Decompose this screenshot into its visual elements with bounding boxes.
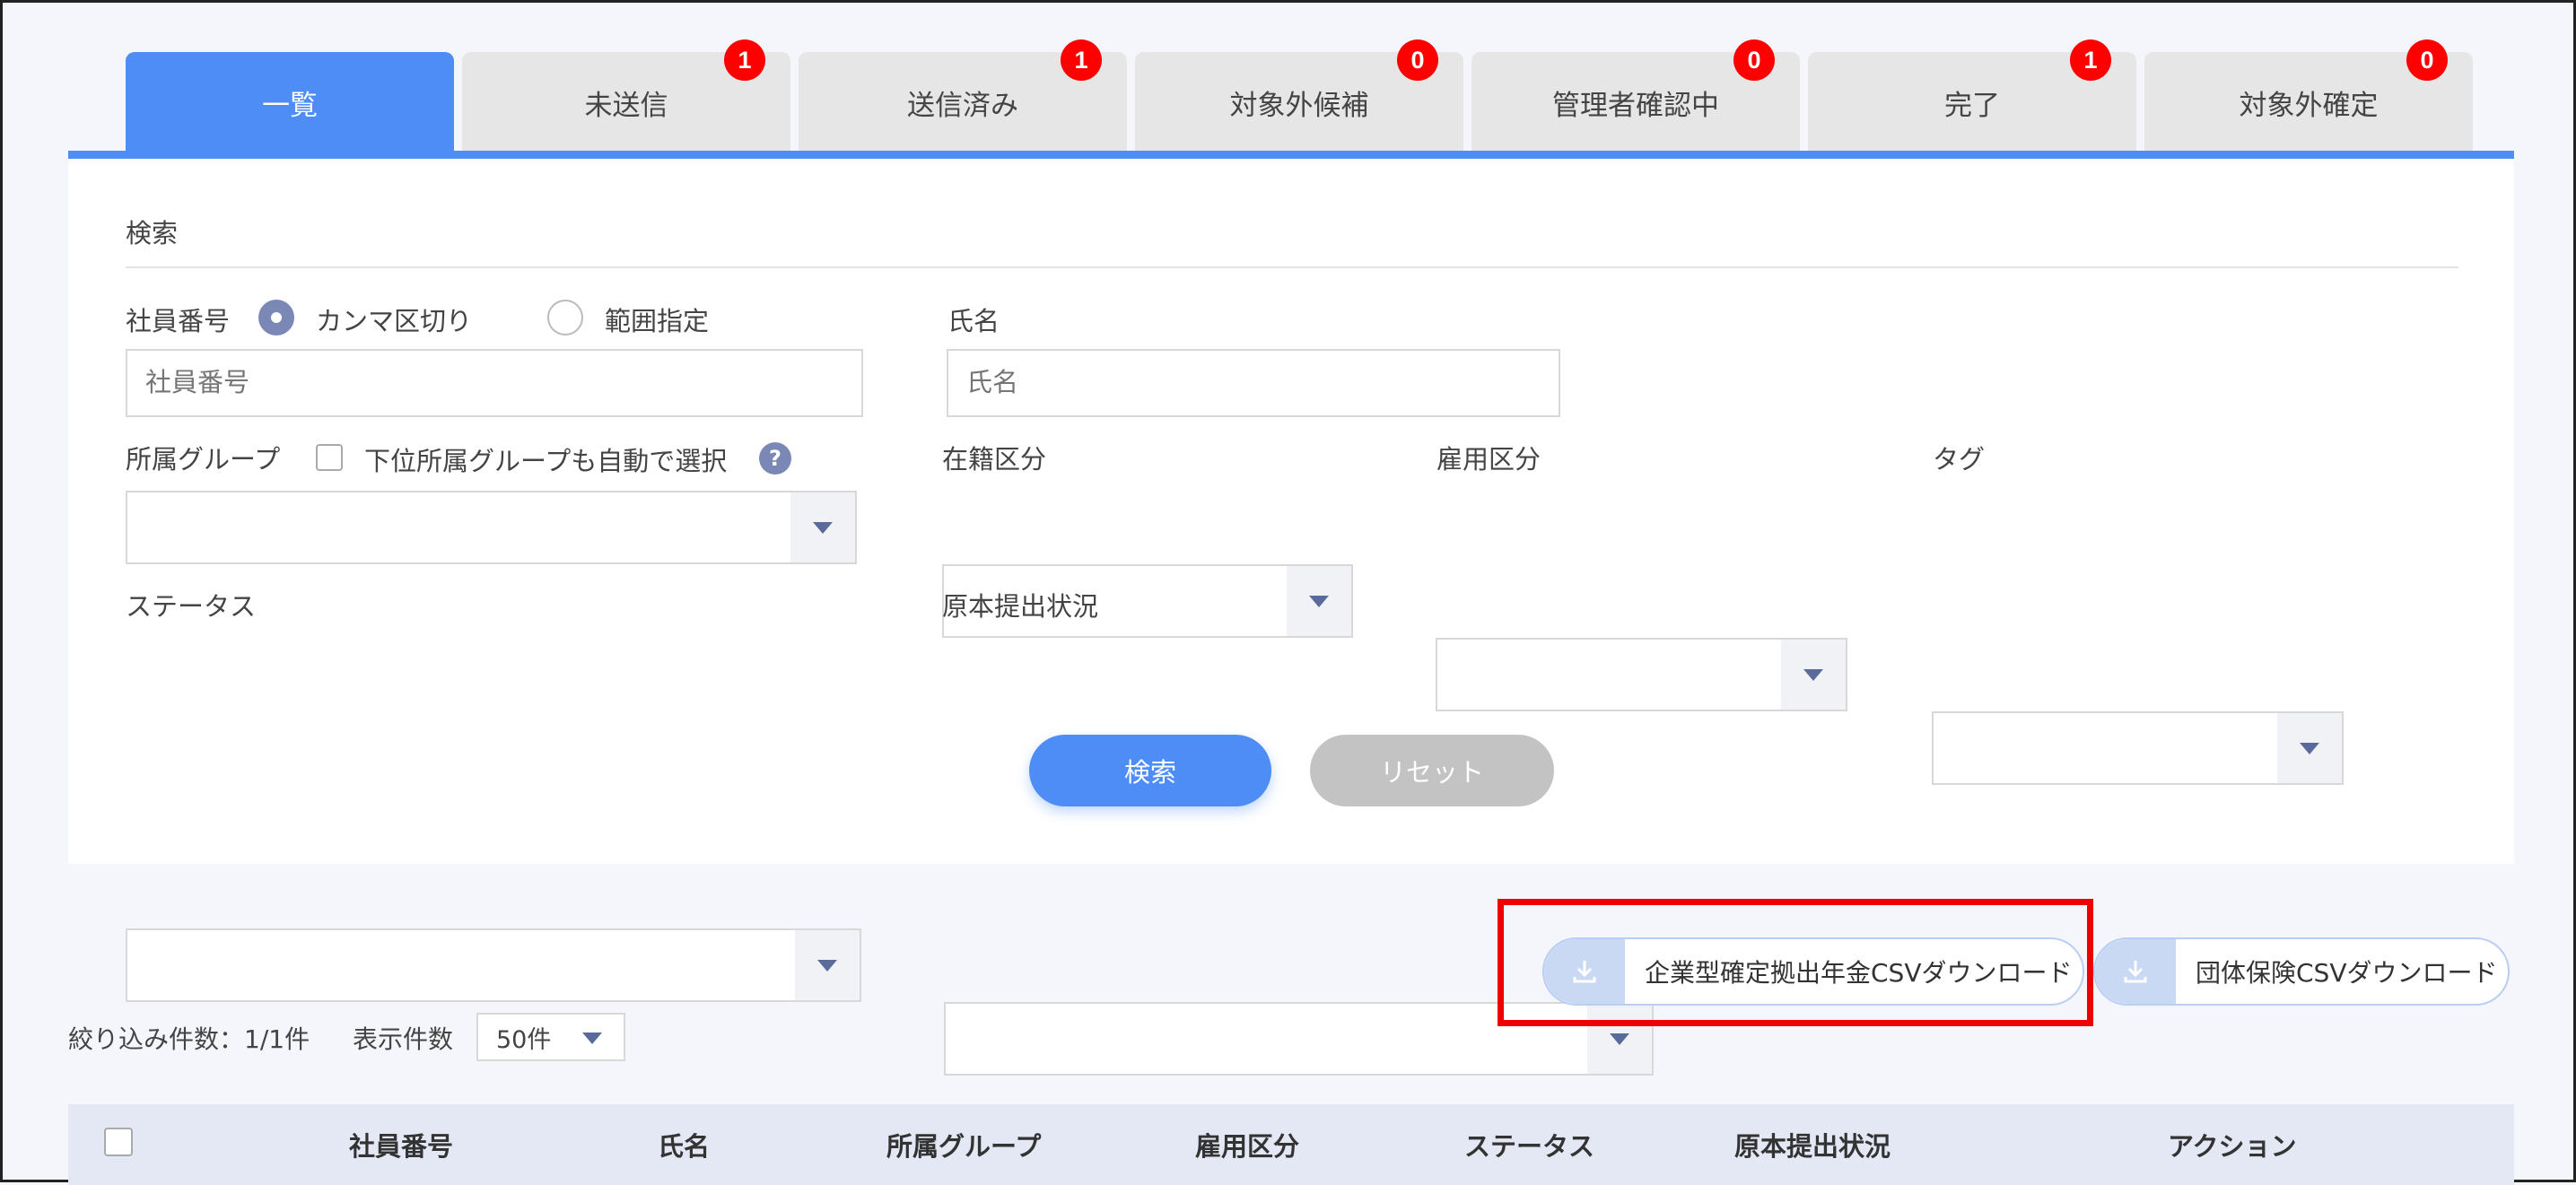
employee-no-input[interactable]	[126, 349, 863, 417]
auto-select-sub-label: 下位所属グループも自動で選択	[364, 446, 728, 476]
name-input[interactable]	[947, 349, 1560, 417]
chevron-down-icon	[1309, 595, 1329, 607]
count-badge: 1	[724, 39, 765, 81]
chevron-down-icon	[2300, 742, 2319, 754]
tab-label: 未送信	[584, 89, 668, 122]
group-insurance-csv-download-button[interactable]: 団体保険CSVダウンロード	[2093, 937, 2510, 1006]
tab-label: 対象外確定	[2239, 89, 2379, 122]
reset-button[interactable]: リセット	[1310, 735, 1554, 806]
radio-comma-label: カンマ区切り	[316, 306, 473, 336]
tab-label: 管理者確認中	[1552, 89, 1719, 122]
download-icon	[2095, 939, 2176, 1004]
tab-label: 送信済み	[907, 89, 1018, 122]
column-header[interactable]: 社員番号	[349, 1126, 453, 1163]
original-submission-label: 原本提出状況	[942, 591, 1099, 622]
tab-admin-review[interactable]: 管理者確認中 0	[1471, 39, 1800, 152]
name-label: 氏名	[947, 306, 1000, 336]
employee-no-label: 社員番号	[126, 306, 231, 336]
table-header: 社員番号 氏名 所属グループ 雇用区分 ステータス 原本提出状況 アクション	[68, 1104, 2514, 1185]
tab-underline	[68, 151, 2514, 159]
employment-select[interactable]	[1436, 638, 1847, 711]
tab-unsent[interactable]: 未送信 1	[462, 39, 790, 152]
per-page-label: 表示件数	[353, 1024, 454, 1054]
search-section-title: 検索	[126, 218, 179, 248]
group-select[interactable]	[126, 491, 857, 564]
chevron-down-icon	[1803, 668, 1823, 681]
search-button[interactable]: 検索	[1029, 735, 1271, 806]
tab-exclusion-confirmed[interactable]: 対象外確定 0	[2144, 39, 2473, 152]
chevron-down-icon	[817, 959, 837, 972]
auto-select-sub-checkbox[interactable]	[316, 444, 343, 471]
dropdown-arrow	[1781, 640, 1846, 710]
column-header[interactable]: 原本提出状況	[1734, 1126, 1891, 1163]
count-badge: 1	[1061, 39, 1102, 81]
employment-label: 雇用区分	[1436, 444, 1541, 475]
help-icon[interactable]: ?	[759, 442, 791, 475]
tab-label: 一覧	[262, 89, 318, 122]
tab-complete[interactable]: 完了 1	[1808, 39, 2136, 152]
group-label: 所属グループ	[126, 444, 281, 475]
chevron-down-icon	[1610, 1033, 1629, 1045]
status-tabs: 一覧 未送信 1 送信済み 1 対象外候補 0 管理者確認中 0 完了 1 対象外確定 0	[126, 39, 2473, 152]
count-badge: 1	[2070, 39, 2111, 81]
count-badge: 0	[2406, 39, 2448, 81]
column-header: アクション	[2168, 1131, 2297, 1162]
dropdown-arrow	[790, 492, 855, 562]
divider	[126, 266, 2458, 268]
per-page-select[interactable]: 50件	[476, 1013, 625, 1061]
chevron-down-icon	[813, 521, 833, 534]
column-header[interactable]: 雇用区分	[1195, 1126, 1299, 1163]
radio-range-label: 範囲指定	[605, 306, 710, 336]
tab-list[interactable]: 一覧	[126, 52, 454, 152]
count-badge: 0	[1733, 39, 1775, 81]
tab-label: 完了	[1944, 89, 2000, 122]
tab-exclusion-candidate[interactable]: 対象外候補 0	[1135, 39, 1463, 152]
tag-select[interactable]	[1932, 711, 2344, 785]
radio-comma-separated[interactable]	[258, 300, 294, 335]
download-icon	[1544, 939, 1625, 1004]
radio-range[interactable]	[547, 300, 583, 335]
dropdown-arrow	[1287, 566, 1351, 636]
status-select[interactable]	[126, 928, 861, 1002]
tab-sent[interactable]: 送信済み 1	[799, 39, 1127, 152]
column-header[interactable]: 氏名	[658, 1126, 710, 1163]
search-panel: 検索 社員番号 カンマ区切り 範囲指定 氏名 所属グループ 下位所属グループも自…	[68, 159, 2514, 1076]
download-label: 企業型確定拠出年金CSVダウンロード	[1645, 958, 2073, 988]
count-badge: 0	[1397, 39, 1438, 81]
tag-label: タグ	[1933, 444, 1986, 475]
tab-label: 対象外候補	[1229, 89, 1369, 122]
dropdown-arrow	[2277, 713, 2342, 783]
status-label: ステータス	[126, 591, 257, 622]
enrollment-label: 在籍区分	[942, 444, 1047, 475]
column-header[interactable]: 所属グループ	[886, 1126, 1041, 1163]
column-header[interactable]: ステータス	[1464, 1126, 1594, 1163]
per-page-value: 50件	[496, 1025, 552, 1054]
chevron-down-icon	[582, 1033, 602, 1044]
dc-pension-csv-download-button[interactable]: 企業型確定拠出年金CSVダウンロード	[1542, 937, 2084, 1006]
select-all-checkbox[interactable]	[104, 1128, 133, 1156]
dropdown-arrow	[795, 930, 860, 1000]
filter-count: 絞り込み件数：1/1件	[68, 1024, 310, 1054]
download-label: 団体保険CSVダウンロード	[2196, 958, 2498, 988]
